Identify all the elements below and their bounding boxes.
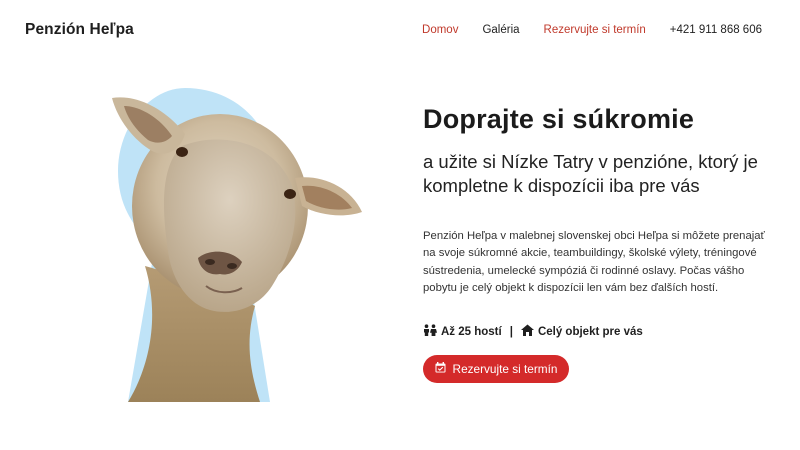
site-logo[interactable]: Penzión Heľpa	[25, 21, 134, 39]
site-header: Penzión Heľpa Domov Galéria Rezervujte s…	[0, 0, 800, 62]
main-nav: Domov Galéria Rezervujte si termín +421 …	[422, 24, 762, 36]
feature-separator: |	[509, 325, 513, 338]
calendar-icon	[435, 362, 446, 376]
feature-whole-property: Celý objekt pre vás	[520, 324, 643, 339]
reserve-button[interactable]: Rezervujte si termín	[423, 355, 569, 383]
home-icon	[520, 324, 534, 339]
feature-whole-property-label: Celý objekt pre vás	[537, 325, 643, 338]
nav-link-gallery[interactable]: Galéria	[482, 24, 519, 36]
nav-link-phone[interactable]: +421 911 868 606	[670, 24, 762, 36]
feature-guests: Až 25 hostí	[423, 324, 502, 339]
hero-title: Doprajte si súkromie	[423, 104, 695, 134]
feature-guests-label: Až 25 hostí	[441, 325, 502, 338]
people-icon	[423, 324, 437, 339]
nav-link-home[interactable]: Domov	[422, 24, 458, 36]
sheep-keyhole-image	[112, 88, 362, 402]
hero-description: Penzión Heľpa v malebnej slovenskej obci…	[423, 230, 765, 294]
reserve-button-label: Rezervujte si termín	[452, 362, 558, 376]
hero-subtitle: a užite si Nízke Tatry v penzióne, ktorý…	[423, 151, 758, 196]
nav-link-reservation[interactable]: Rezervujte si termín	[544, 24, 646, 36]
features-row: Až 25 hostí | Celý objekt pre vás	[423, 324, 643, 339]
